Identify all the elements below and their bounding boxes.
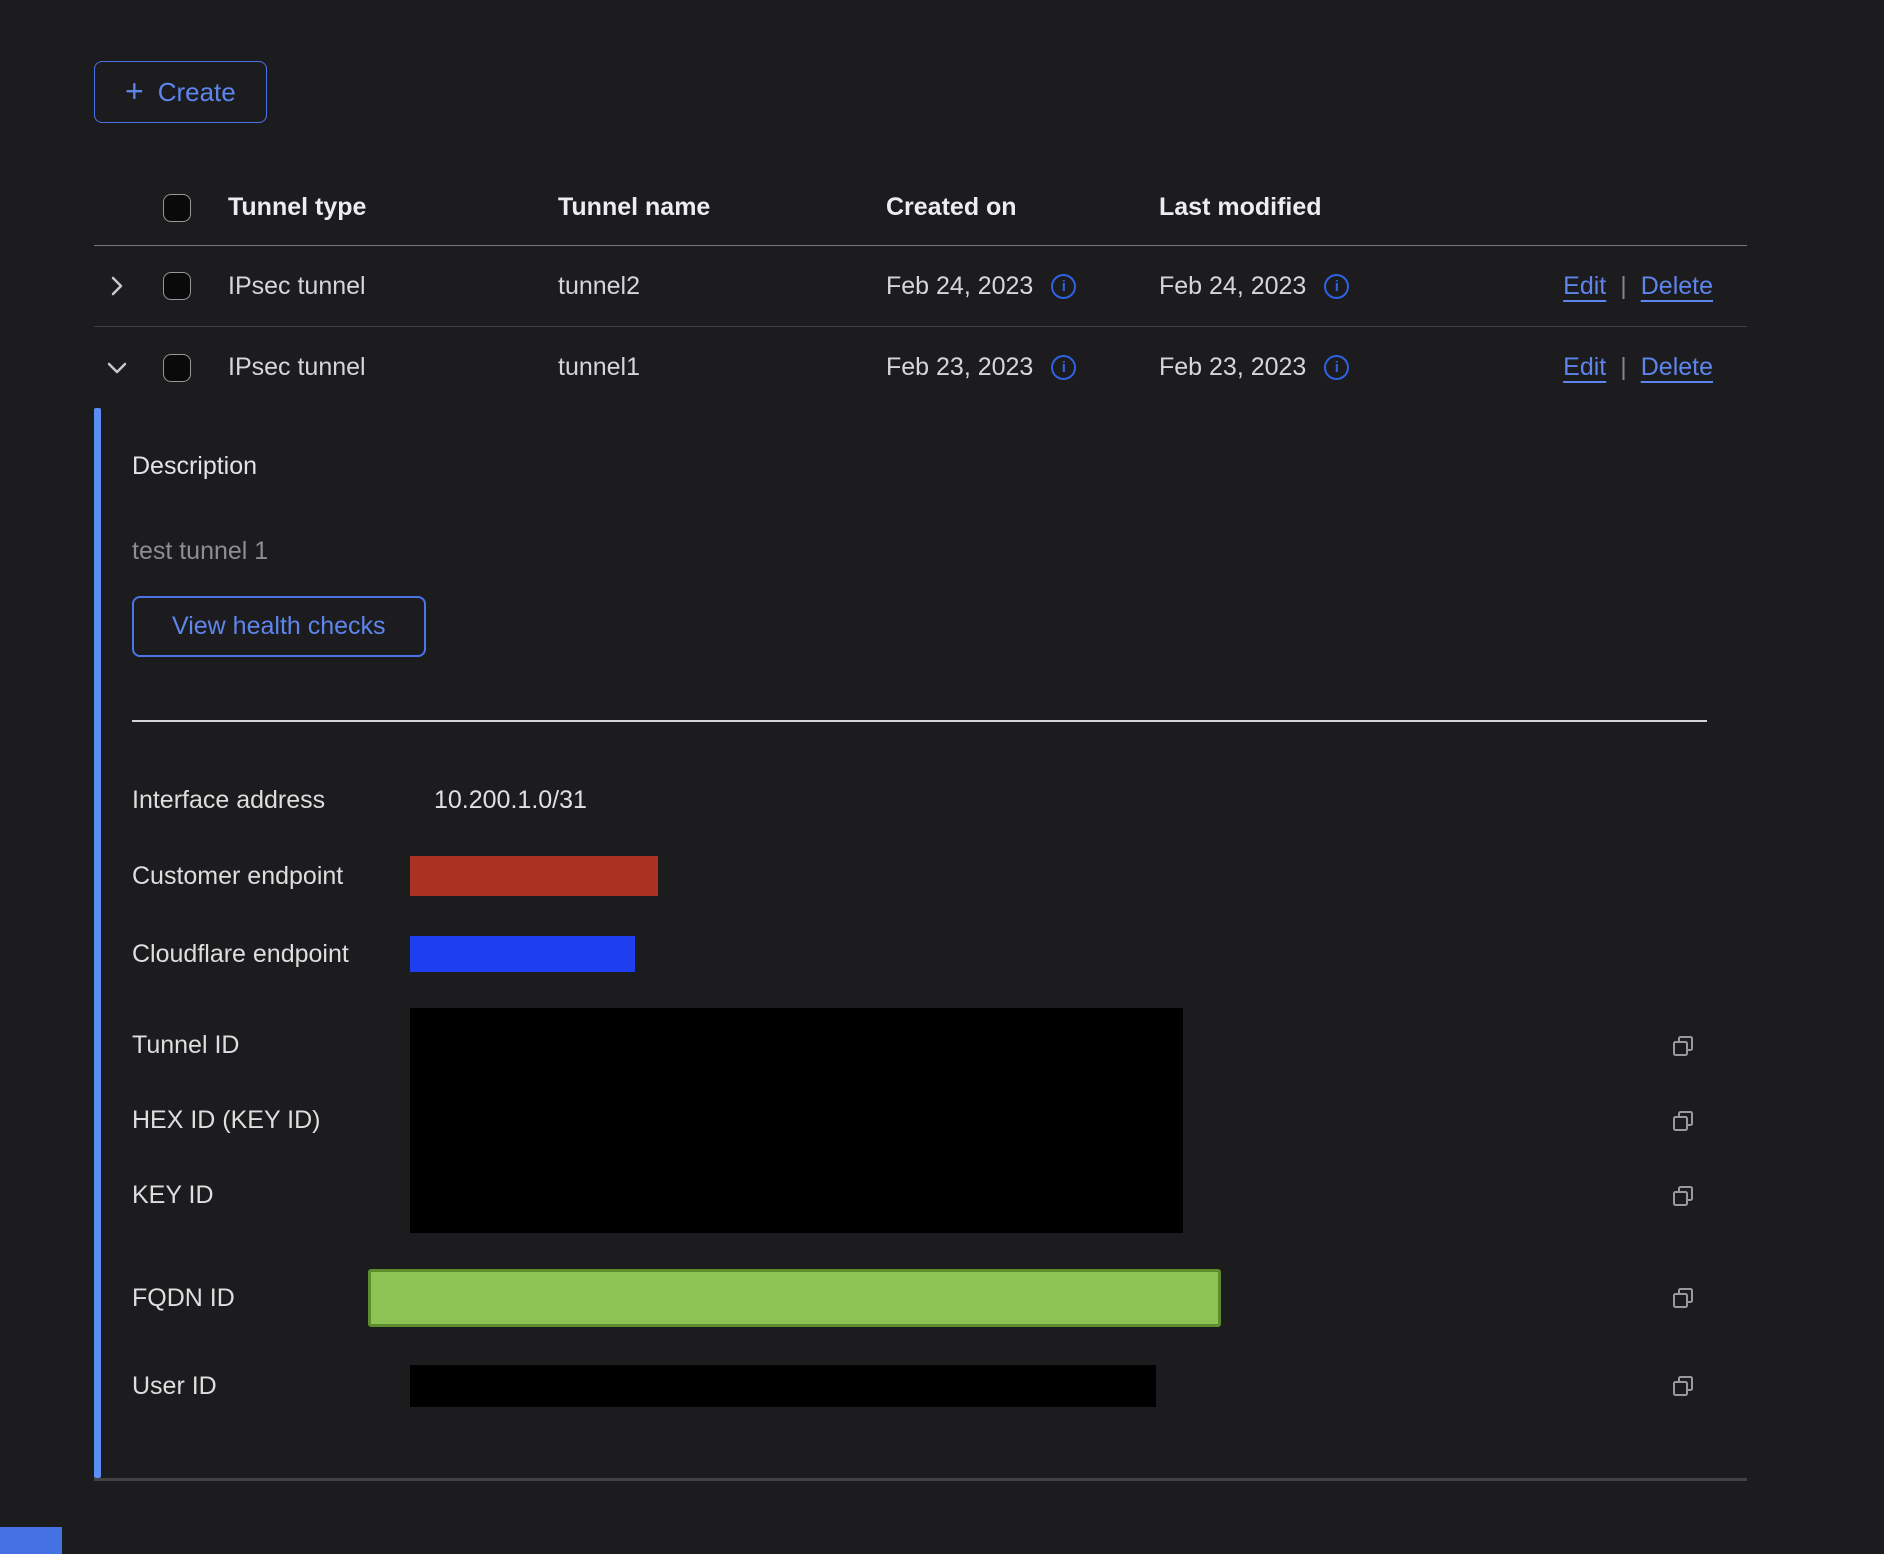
tunnel-name-cell: tunnel1 <box>558 353 886 382</box>
detail-row-cloudflare-endpoint: Cloudflare endpoint <box>132 936 1747 972</box>
delete-link[interactable]: Delete <box>1641 272 1713 300</box>
id-values <box>410 1008 1671 1233</box>
chevron-right-icon[interactable] <box>104 273 130 299</box>
user-id-redaction <box>410 1365 1156 1407</box>
copy-icon[interactable] <box>1671 1374 1695 1398</box>
detail-row-interface-address: Interface address 10.200.1.0/31 <box>132 784 1747 816</box>
header-created-on: Created on <box>886 193 1159 222</box>
plus-icon: + <box>125 75 144 107</box>
tunnel-table: Tunnel type Tunnel name Created on Last … <box>94 170 1747 1481</box>
ids-redaction <box>410 1008 1183 1233</box>
description-value: test tunnel 1 <box>132 537 1747 566</box>
detail-row-fqdn-id: FQDN ID <box>132 1269 1747 1327</box>
action-separator: | <box>1620 353 1627 381</box>
last-modified-date: Feb 24, 2023 <box>1159 272 1306 301</box>
detail-row-customer-endpoint: Customer endpoint <box>132 856 1747 896</box>
table-header-row: Tunnel type Tunnel name Created on Last … <box>94 170 1747 246</box>
customer-endpoint-redaction <box>410 856 658 896</box>
last-modified-cell: Feb 24, 2023 i <box>1159 272 1542 301</box>
row-actions: Edit | Delete <box>1542 272 1747 301</box>
detail-group-ids: Tunnel ID HEX ID (KEY ID) KEY ID <box>132 1008 1747 1233</box>
row-actions: Edit | Delete <box>1542 353 1747 382</box>
copy-icon[interactable] <box>1671 1158 1695 1233</box>
key-id-label: KEY ID <box>132 1158 410 1233</box>
created-on-date: Feb 24, 2023 <box>886 272 1033 301</box>
tunnels-page: + Create Tunnel type Tunnel name Created… <box>0 0 1884 1554</box>
customer-endpoint-label: Customer endpoint <box>132 862 410 891</box>
description-label: Description <box>132 452 1747 481</box>
tunnel-id-label: Tunnel ID <box>132 1008 410 1083</box>
id-copy-buttons <box>1671 1008 1747 1233</box>
copy-icon[interactable] <box>1671 1286 1695 1310</box>
info-icon[interactable]: i <box>1051 355 1076 380</box>
expanded-row-content: Description test tunnel 1 View health ch… <box>101 408 1747 1478</box>
hex-id-label: HEX ID (KEY ID) <box>132 1083 410 1158</box>
table-row: IPsec tunnel tunnel1 Feb 23, 2023 i Feb … <box>94 327 1747 408</box>
action-separator: | <box>1620 272 1627 300</box>
info-icon[interactable]: i <box>1324 274 1349 299</box>
tunnel-name-cell: tunnel2 <box>558 272 886 301</box>
id-labels: Tunnel ID HEX ID (KEY ID) KEY ID <box>132 1008 410 1233</box>
expanded-row-panel: Description test tunnel 1 View health ch… <box>94 408 1747 1481</box>
copy-icon[interactable] <box>1671 1083 1695 1158</box>
created-on-cell: Feb 24, 2023 i <box>886 272 1159 301</box>
panel-divider <box>132 720 1707 722</box>
last-modified-cell: Feb 23, 2023 i <box>1159 353 1542 382</box>
create-button-label: Create <box>158 77 236 108</box>
last-modified-date: Feb 23, 2023 <box>1159 353 1306 382</box>
bottom-left-accent <box>0 1527 62 1554</box>
created-on-cell: Feb 23, 2023 i <box>886 353 1159 382</box>
header-tunnel-name: Tunnel name <box>558 193 886 222</box>
view-health-checks-button[interactable]: View health checks <box>132 596 426 657</box>
chevron-down-icon[interactable] <box>104 355 130 381</box>
interface-address-label: Interface address <box>132 786 410 815</box>
interface-address-value: 10.200.1.0/31 <box>410 786 587 815</box>
tunnel-type-cell: IPsec tunnel <box>228 353 558 382</box>
row-checkbox[interactable] <box>163 272 191 300</box>
header-last-modified: Last modified <box>1159 193 1542 222</box>
row-checkbox[interactable] <box>163 354 191 382</box>
copy-icon[interactable] <box>1671 1008 1695 1083</box>
edit-link[interactable]: Edit <box>1563 272 1606 300</box>
cloudflare-endpoint-label: Cloudflare endpoint <box>132 940 410 969</box>
select-all-checkbox[interactable] <box>163 194 191 222</box>
info-icon[interactable]: i <box>1051 274 1076 299</box>
cloudflare-endpoint-redaction <box>410 936 635 972</box>
expansion-accent-bar <box>94 408 101 1478</box>
user-id-label: User ID <box>132 1372 410 1401</box>
fqdn-id-redaction <box>368 1269 1221 1327</box>
info-icon[interactable]: i <box>1324 355 1349 380</box>
header-tunnel-type: Tunnel type <box>228 193 558 222</box>
table-row: IPsec tunnel tunnel2 Feb 24, 2023 i Feb … <box>94 246 1747 327</box>
tunnel-type-cell: IPsec tunnel <box>228 272 558 301</box>
detail-row-user-id: User ID <box>132 1365 1747 1407</box>
created-on-date: Feb 23, 2023 <box>886 353 1033 382</box>
create-button[interactable]: + Create <box>94 61 267 123</box>
edit-link[interactable]: Edit <box>1563 353 1606 381</box>
delete-link[interactable]: Delete <box>1641 353 1713 381</box>
